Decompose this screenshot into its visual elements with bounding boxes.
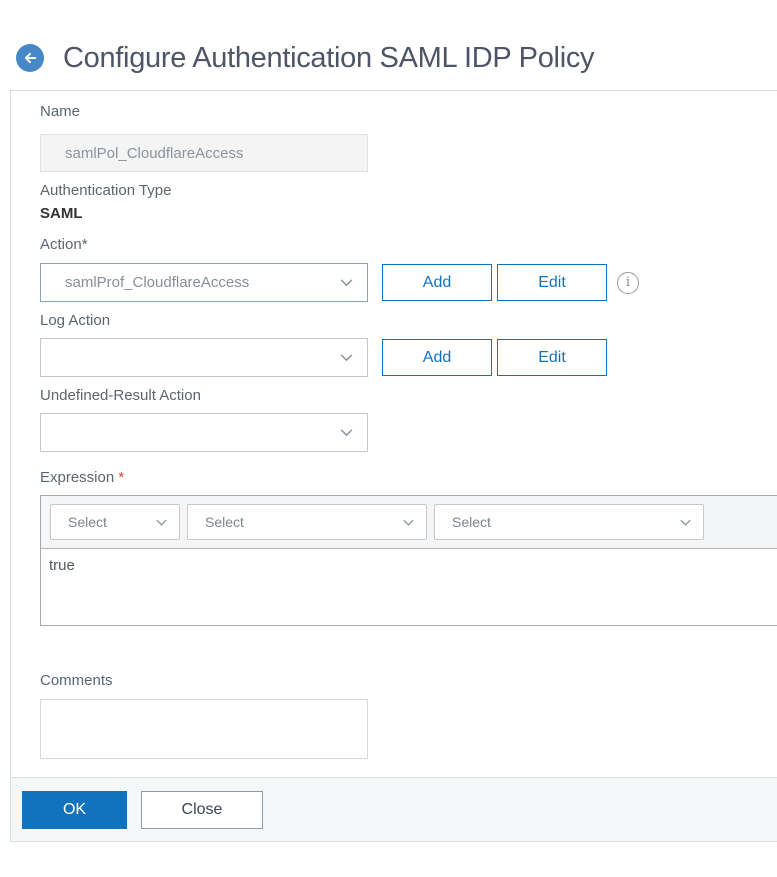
action-edit-button[interactable]: Edit — [497, 264, 607, 301]
chevron-down-icon — [154, 515, 169, 530]
expression-select-2[interactable]: Select — [187, 504, 427, 540]
undefined-result-action-label: Undefined-Result Action — [40, 387, 201, 404]
page-header: Configure Authentication SAML IDP Policy — [0, 0, 777, 90]
expression-select-1[interactable]: Select — [50, 504, 180, 540]
comments-input[interactable] — [40, 699, 368, 759]
required-asterisk: * — [118, 469, 125, 486]
name-input[interactable] — [40, 134, 368, 172]
log-action-label: Log Action — [40, 312, 111, 329]
chevron-down-icon — [338, 274, 355, 291]
action-label: Action* — [40, 236, 88, 253]
auth-type-value: SAML — [40, 205, 83, 222]
expression-builder: Select Select Select true — [40, 495, 777, 626]
name-label: Name — [40, 103, 81, 120]
back-button[interactable] — [16, 44, 44, 72]
chevron-down-icon — [401, 515, 416, 530]
close-button[interactable]: Close — [141, 790, 263, 829]
undefined-result-action-dropdown[interactable] — [40, 413, 368, 452]
info-icon[interactable]: i — [617, 271, 639, 294]
comments-label: Comments — [40, 672, 113, 689]
action-dropdown[interactable]: samlProf_CloudflareAccess — [40, 263, 368, 302]
log-action-dropdown[interactable] — [40, 338, 368, 377]
page-title: Configure Authentication SAML IDP Policy — [63, 41, 595, 74]
auth-type-label: Authentication Type — [40, 182, 172, 199]
action-add-button[interactable]: Add — [382, 264, 492, 301]
ok-button[interactable]: OK — [22, 790, 127, 829]
form-panel: Name Authentication Type SAML Action* sa… — [10, 90, 777, 842]
footer-bar: OK Close — [11, 777, 777, 842]
expression-builder-toolbar: Select Select Select — [41, 496, 777, 549]
log-action-edit-button[interactable]: Edit — [497, 339, 607, 376]
chevron-down-icon — [678, 515, 693, 530]
expression-label: Expression * — [40, 469, 125, 486]
arrow-left-icon — [21, 49, 39, 67]
log-action-add-button[interactable]: Add — [382, 339, 492, 376]
chevron-down-icon — [338, 424, 355, 441]
action-dropdown-value: samlProf_CloudflareAccess — [65, 274, 250, 291]
expression-select-3[interactable]: Select — [434, 504, 704, 540]
expression-input[interactable]: true — [41, 549, 777, 625]
chevron-down-icon — [338, 349, 355, 366]
